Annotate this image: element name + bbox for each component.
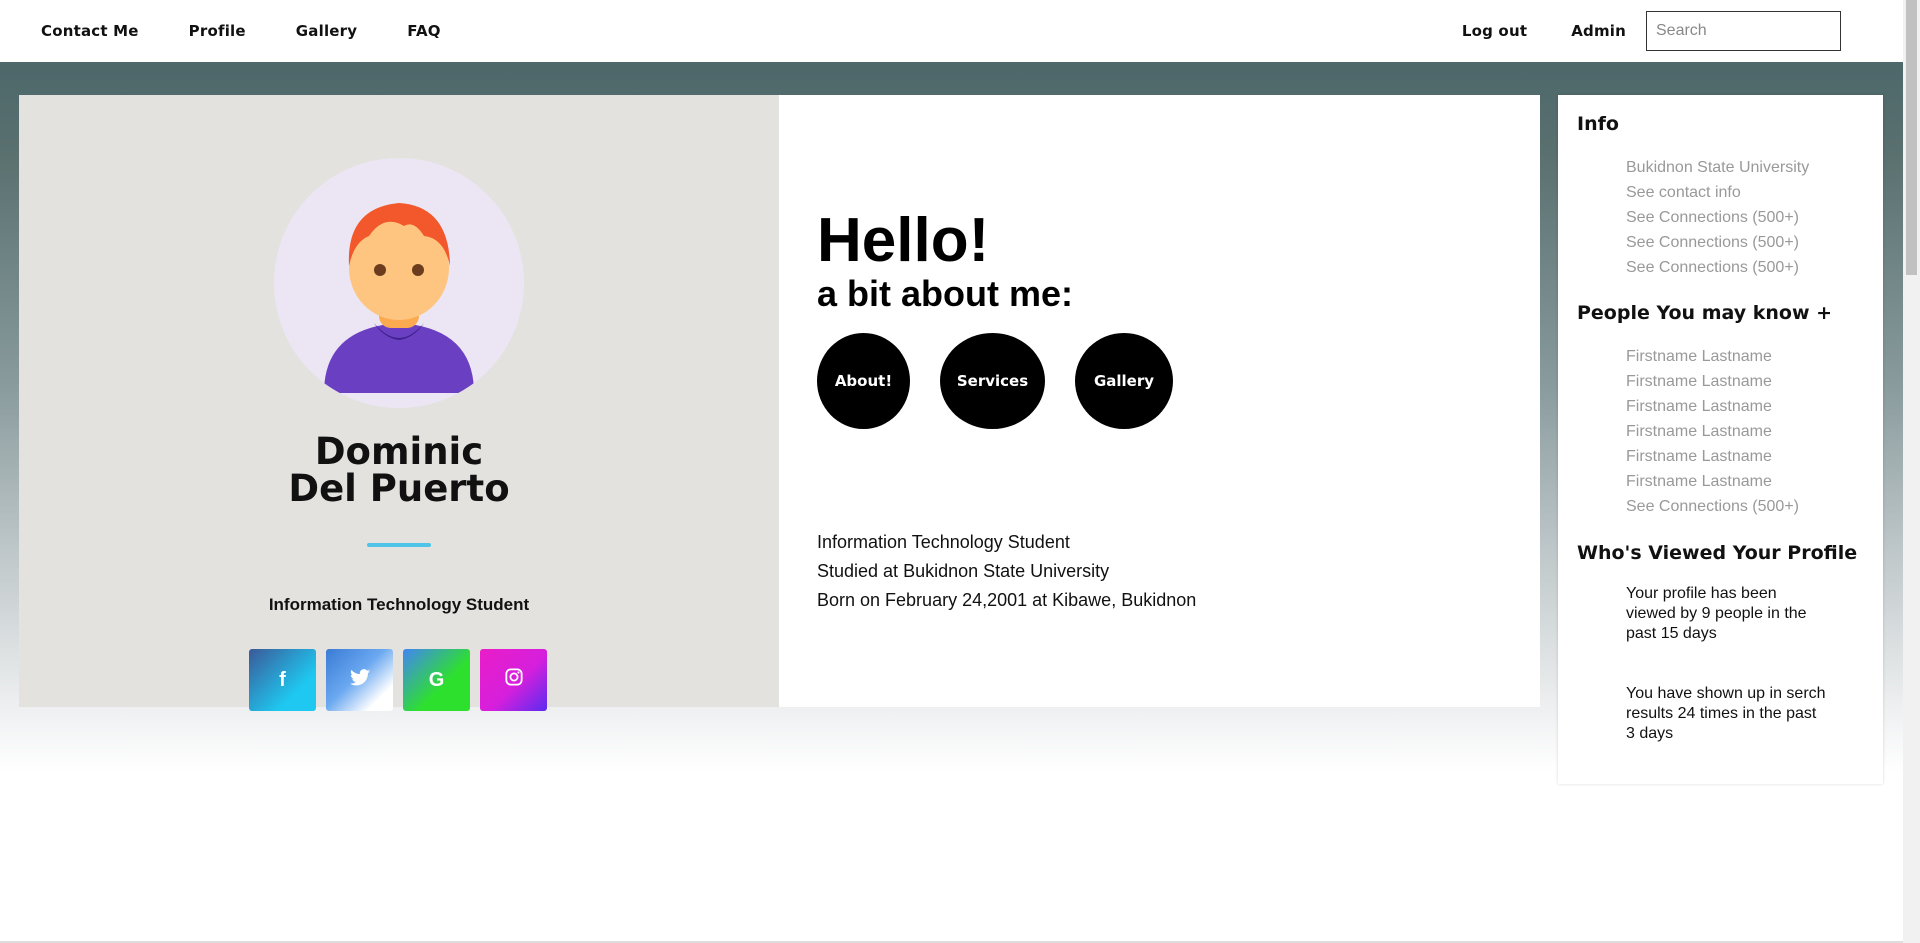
- people-item[interactable]: Firstname Lastname: [1626, 419, 1799, 444]
- about-subheading: a bit about me:: [817, 273, 1074, 314]
- people-item[interactable]: Firstname Lastname: [1626, 369, 1799, 394]
- info-heading: Info: [1577, 113, 1619, 135]
- top-nav: Contact Me Profile Gallery FAQ Log out A…: [0, 0, 1903, 62]
- nav-left: Contact Me Profile Gallery FAQ: [41, 22, 491, 40]
- viewed-heading: Who's Viewed Your Profile: [1577, 542, 1858, 564]
- people-item[interactable]: Firstname Lastname: [1626, 344, 1799, 369]
- people-item[interactable]: See Connections (500+): [1626, 494, 1799, 519]
- nav-gallery[interactable]: Gallery: [296, 22, 357, 40]
- profile-last-name: Del Puerto: [288, 467, 510, 510]
- gallery-button[interactable]: Gallery: [1075, 333, 1173, 429]
- about-button[interactable]: About!: [817, 333, 910, 429]
- social-links: f G: [249, 649, 557, 711]
- info-item[interactable]: See Connections (500+): [1626, 230, 1809, 255]
- bio-line: Born on February 24,2001 at Kibawe, Buki…: [817, 590, 1197, 610]
- nav-profile[interactable]: Profile: [189, 22, 246, 40]
- info-item[interactable]: Bukidnon State University: [1626, 155, 1809, 180]
- avatar-illustration: [324, 203, 474, 393]
- people-item[interactable]: Firstname Lastname: [1626, 444, 1799, 469]
- avatar: [274, 158, 524, 408]
- people-list: Firstname Lastname Firstname Lastname Fi…: [1626, 344, 1799, 519]
- google-icon: G: [428, 668, 445, 691]
- about-panel: Hello! a bit about me: About! Services G…: [779, 95, 1540, 707]
- viewed-stat-1: Your profile has been viewed by 9 people…: [1626, 585, 1807, 642]
- profile-first-name: Dominic: [314, 430, 484, 473]
- name-divider: [367, 543, 431, 547]
- google-button[interactable]: G: [403, 649, 470, 711]
- info-item[interactable]: See Connections (500+): [1626, 205, 1809, 230]
- people-item[interactable]: Firstname Lastname: [1626, 394, 1799, 419]
- people-item[interactable]: Firstname Lastname: [1626, 469, 1799, 494]
- people-heading[interactable]: People You may know +: [1577, 302, 1832, 324]
- scrollbar-thumb[interactable]: [1906, 0, 1917, 275]
- services-button[interactable]: Services: [940, 333, 1045, 429]
- hello-heading: Hello!: [817, 206, 990, 275]
- instagram-icon: [504, 668, 523, 692]
- info-item[interactable]: See Connections (500+): [1626, 255, 1809, 280]
- twitter-button[interactable]: [326, 649, 393, 711]
- bio-line: Studied at Bukidnon State University: [817, 561, 1110, 581]
- viewed-stat-2: You have shown up in serch results 24 ti…: [1626, 685, 1826, 742]
- twitter-icon: [349, 668, 370, 692]
- nav-logout[interactable]: Log out: [1462, 22, 1527, 40]
- facebook-icon: f: [279, 668, 286, 691]
- profile-tagline: Information Technology Student: [268, 595, 530, 614]
- search-input[interactable]: [1646, 11, 1841, 51]
- info-item[interactable]: See contact info: [1626, 180, 1809, 205]
- nav-admin[interactable]: Admin: [1571, 22, 1626, 40]
- bio: Information Technology Student Studied a…: [817, 528, 1196, 615]
- profile-card: Dominic Del Puerto Information Technolog…: [19, 95, 779, 711]
- bio-line: Information Technology Student: [817, 532, 1070, 552]
- instagram-button[interactable]: [480, 649, 547, 711]
- info-list: Bukidnon State University See contact in…: [1626, 155, 1809, 280]
- sidebar: Info Bukidnon State University See conta…: [1558, 95, 1883, 784]
- facebook-button[interactable]: f: [249, 649, 316, 711]
- nav-contact-me[interactable]: Contact Me: [41, 22, 139, 40]
- nav-faq[interactable]: FAQ: [407, 22, 441, 40]
- nav-right: Log out Admin: [1462, 11, 1841, 51]
- profile-name: Dominic Del Puerto: [19, 433, 779, 507]
